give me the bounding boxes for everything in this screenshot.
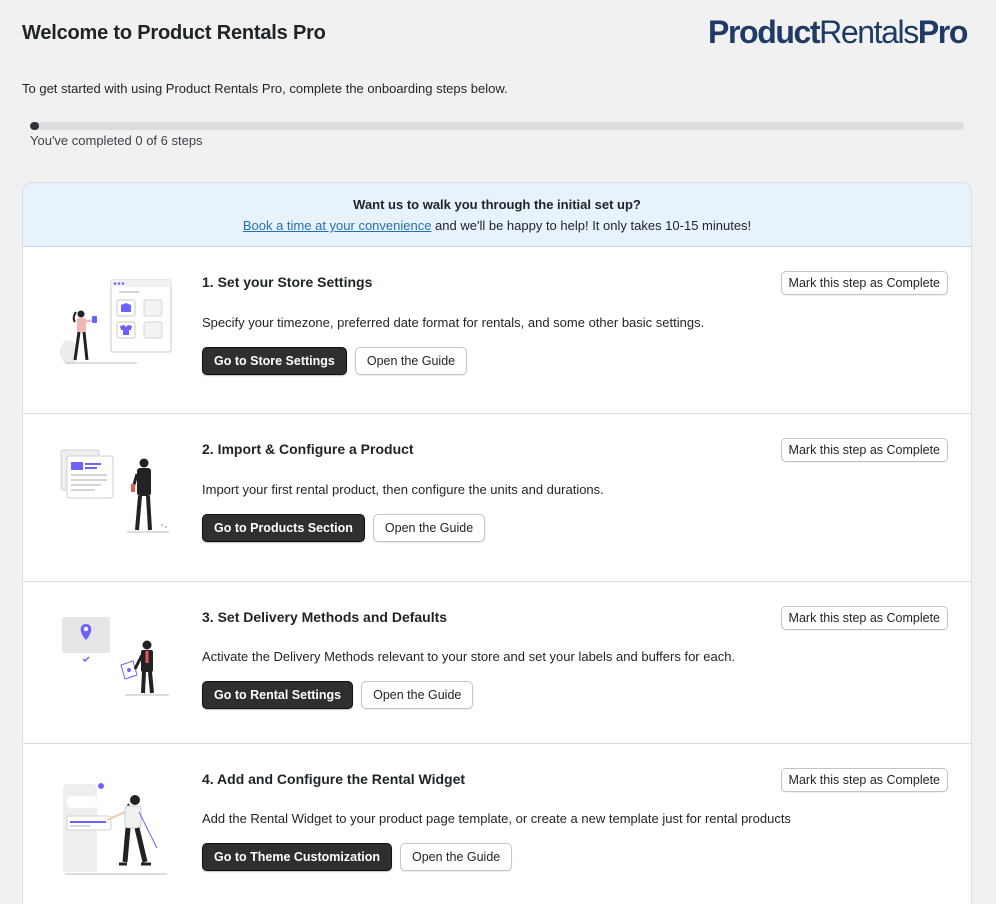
step-1-actions: Go to Store Settings Open the Guide: [202, 347, 468, 375]
step-4-open-guide-button[interactable]: Open the Guide: [399, 843, 513, 871]
step-1-open-guide-button[interactable]: Open the Guide: [354, 347, 468, 375]
mark-step-3-complete-button[interactable]: Mark this step as Complete: [780, 606, 948, 630]
product-rentals-pro-logo: ProductRentalsPro: [708, 14, 969, 51]
step-4-description: Add the Rental Widget to your product pa…: [202, 811, 791, 826]
go-to-store-settings-button[interactable]: Go to Store Settings: [202, 347, 347, 375]
mark-step-2-complete-button[interactable]: Mark this step as Complete: [780, 438, 948, 462]
go-to-theme-customization-button[interactable]: Go to Theme Customization: [202, 843, 392, 871]
step-2-actions: Go to Products Section Open the Guide: [202, 514, 486, 542]
book-time-link[interactable]: Book a time at your convenience: [243, 218, 432, 233]
rental-widget-illustration: [57, 778, 177, 883]
onboarding-step-2: 2. Import & Configure a Product Mark thi…: [23, 414, 971, 582]
logo-word-product: Product: [708, 14, 820, 50]
step-3-description: Activate the Delivery Methods relevant t…: [202, 649, 736, 664]
onboarding-step-4: 4. Add and Configure the Rental Widget M…: [23, 744, 971, 904]
intro-text: To get started with using Product Rental…: [22, 81, 508, 96]
delivery-methods-illustration: [57, 615, 177, 712]
logo-word-rentals: Rentals: [819, 14, 919, 50]
progress-bar: [30, 122, 964, 130]
step-1-description: Specify your timezone, preferred date fo…: [202, 315, 705, 330]
go-to-rental-settings-button[interactable]: Go to Rental Settings: [202, 681, 354, 709]
banner-rest-text: and we'll be happy to help! It only take…: [431, 218, 752, 233]
step-4-title: 4. Add and Configure the Rental Widget: [202, 771, 466, 787]
step-4-actions: Go to Theme Customization Open the Guide: [202, 843, 513, 871]
go-to-products-section-button[interactable]: Go to Products Section: [202, 514, 365, 542]
mark-step-1-complete-button[interactable]: Mark this step as Complete: [780, 271, 948, 295]
onboarding-step-3: 3. Set Delivery Methods and Defaults Mar…: [23, 582, 971, 744]
store-settings-illustration: [57, 278, 177, 375]
step-3-open-guide-button[interactable]: Open the Guide: [361, 681, 474, 709]
progress-text: You've completed 0 of 6 steps: [30, 133, 203, 148]
step-2-open-guide-button[interactable]: Open the Guide: [372, 514, 486, 542]
banner-title: Want us to walk you through the initial …: [353, 197, 641, 212]
banner-line: Book a time at your convenience and we'l…: [23, 218, 971, 233]
page-title: Welcome to Product Rentals Pro: [22, 22, 326, 44]
progress-fill: [30, 122, 39, 130]
onboarding-card: Want us to walk you through the initial …: [22, 182, 972, 904]
step-3-actions: Go to Rental Settings Open the Guide: [202, 681, 474, 709]
setup-help-banner: Want us to walk you through the initial …: [23, 183, 971, 247]
step-2-title: 2. Import & Configure a Product: [202, 441, 414, 457]
onboarding-step-1: 1. Set your Store Settings Mark this ste…: [23, 247, 971, 414]
step-3-title: 3. Set Delivery Methods and Defaults: [202, 609, 448, 625]
step-1-title: 1. Set your Store Settings: [202, 274, 373, 290]
import-product-illustration: [57, 446, 177, 543]
step-2-description: Import your first rental product, then c…: [202, 482, 604, 497]
mark-step-4-complete-button[interactable]: Mark this step as Complete: [780, 768, 948, 792]
logo-word-pro: Pro: [917, 14, 969, 50]
